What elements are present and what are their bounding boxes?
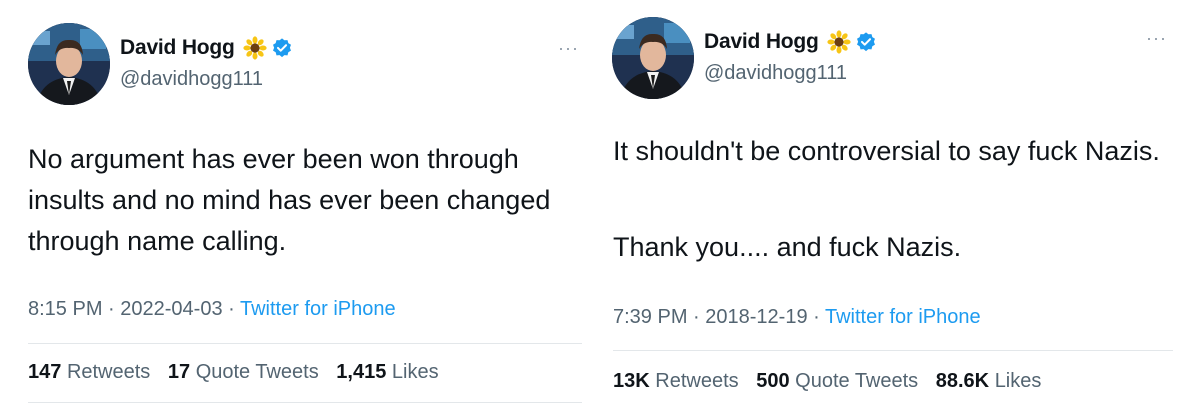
retweets-stat[interactable]: 13K Retweets [613,370,739,392]
quote-tweets-label: Quote Tweets [795,370,919,392]
author-name[interactable]: David Hogg [704,30,819,54]
tweet-card-1: David Hogg @davidhogg111 ··· No argument… [0,0,582,408]
retweets-count: 13K [613,370,650,392]
tweet-text: No argument has ever been won through in… [28,144,551,256]
verified-badge-icon [272,38,291,58]
likes-label: Likes [994,370,1042,392]
tweet-card-2: David Hogg @davidhogg111 ··· It shouldn'… [588,0,1178,408]
quote-tweets-label: Quote Tweets [195,361,319,383]
author-row: David Hogg [704,30,877,54]
likes-count: 1,415 [336,361,387,383]
verified-badge-icon [856,32,875,52]
retweets-count: 147 [28,361,62,383]
likes-stat[interactable]: 88.6K Likes [936,370,1042,392]
tweet-source-link[interactable]: Twitter for iPhone [825,306,981,328]
tweet-text-paragraph-1: It shouldn't be controversial to say fuc… [613,136,1160,166]
quote-tweets-count: 17 [167,361,191,383]
author-handle[interactable]: @davidhogg111 [704,62,847,85]
likes-stat[interactable]: 1,415 Likes [336,361,438,383]
sunflower-icon [827,30,851,54]
quote-tweets-stat[interactable]: 17 Quote Tweets [168,361,319,383]
retweets-label: Retweets [655,370,739,392]
tweet-date[interactable]: 2022-04-03 [120,298,222,320]
likes-label: Likes [391,361,439,383]
divider [28,402,582,403]
tweet-meta: 8:15 PM · 2022-04-03 · Twitter for iPhon… [28,298,396,320]
sunflower-icon [243,36,267,60]
more-horizontal-icon[interactable]: ··· [1146,28,1167,49]
likes-count: 88.6K [935,370,990,392]
retweets-stat[interactable]: 147 Retweets [28,361,150,383]
quote-tweets-count: 500 [756,370,790,392]
avatar[interactable] [612,17,694,99]
tweet-time[interactable]: 7:39 PM [613,306,687,328]
tweet-date[interactable]: 2018-12-19 [705,306,807,328]
avatar[interactable] [28,23,110,105]
more-horizontal-icon[interactable]: ··· [558,38,579,59]
author-name[interactable]: David Hogg [120,36,235,60]
divider [28,343,582,344]
author-row: David Hogg [120,36,293,60]
tweet-text-paragraph-2: Thank you.... and fuck Nazis. [613,232,962,262]
author-handle[interactable]: @davidhogg111 [120,68,263,91]
tweet-source-link[interactable]: Twitter for iPhone [240,298,396,320]
retweets-label: Retweets [66,361,151,383]
quote-tweets-stat[interactable]: 500 Quote Tweets [756,370,918,392]
tweet-meta: 7:39 PM · 2018-12-19 · Twitter for iPhon… [613,306,981,328]
tweet-time[interactable]: 8:15 PM [28,298,102,320]
divider [613,350,1173,351]
tweet-stats: 13K Retweets 500 Quote Tweets 88.6K Like… [613,370,1053,393]
tweet-stats: 147 Retweets 17 Quote Tweets 1,415 Likes [28,361,451,384]
